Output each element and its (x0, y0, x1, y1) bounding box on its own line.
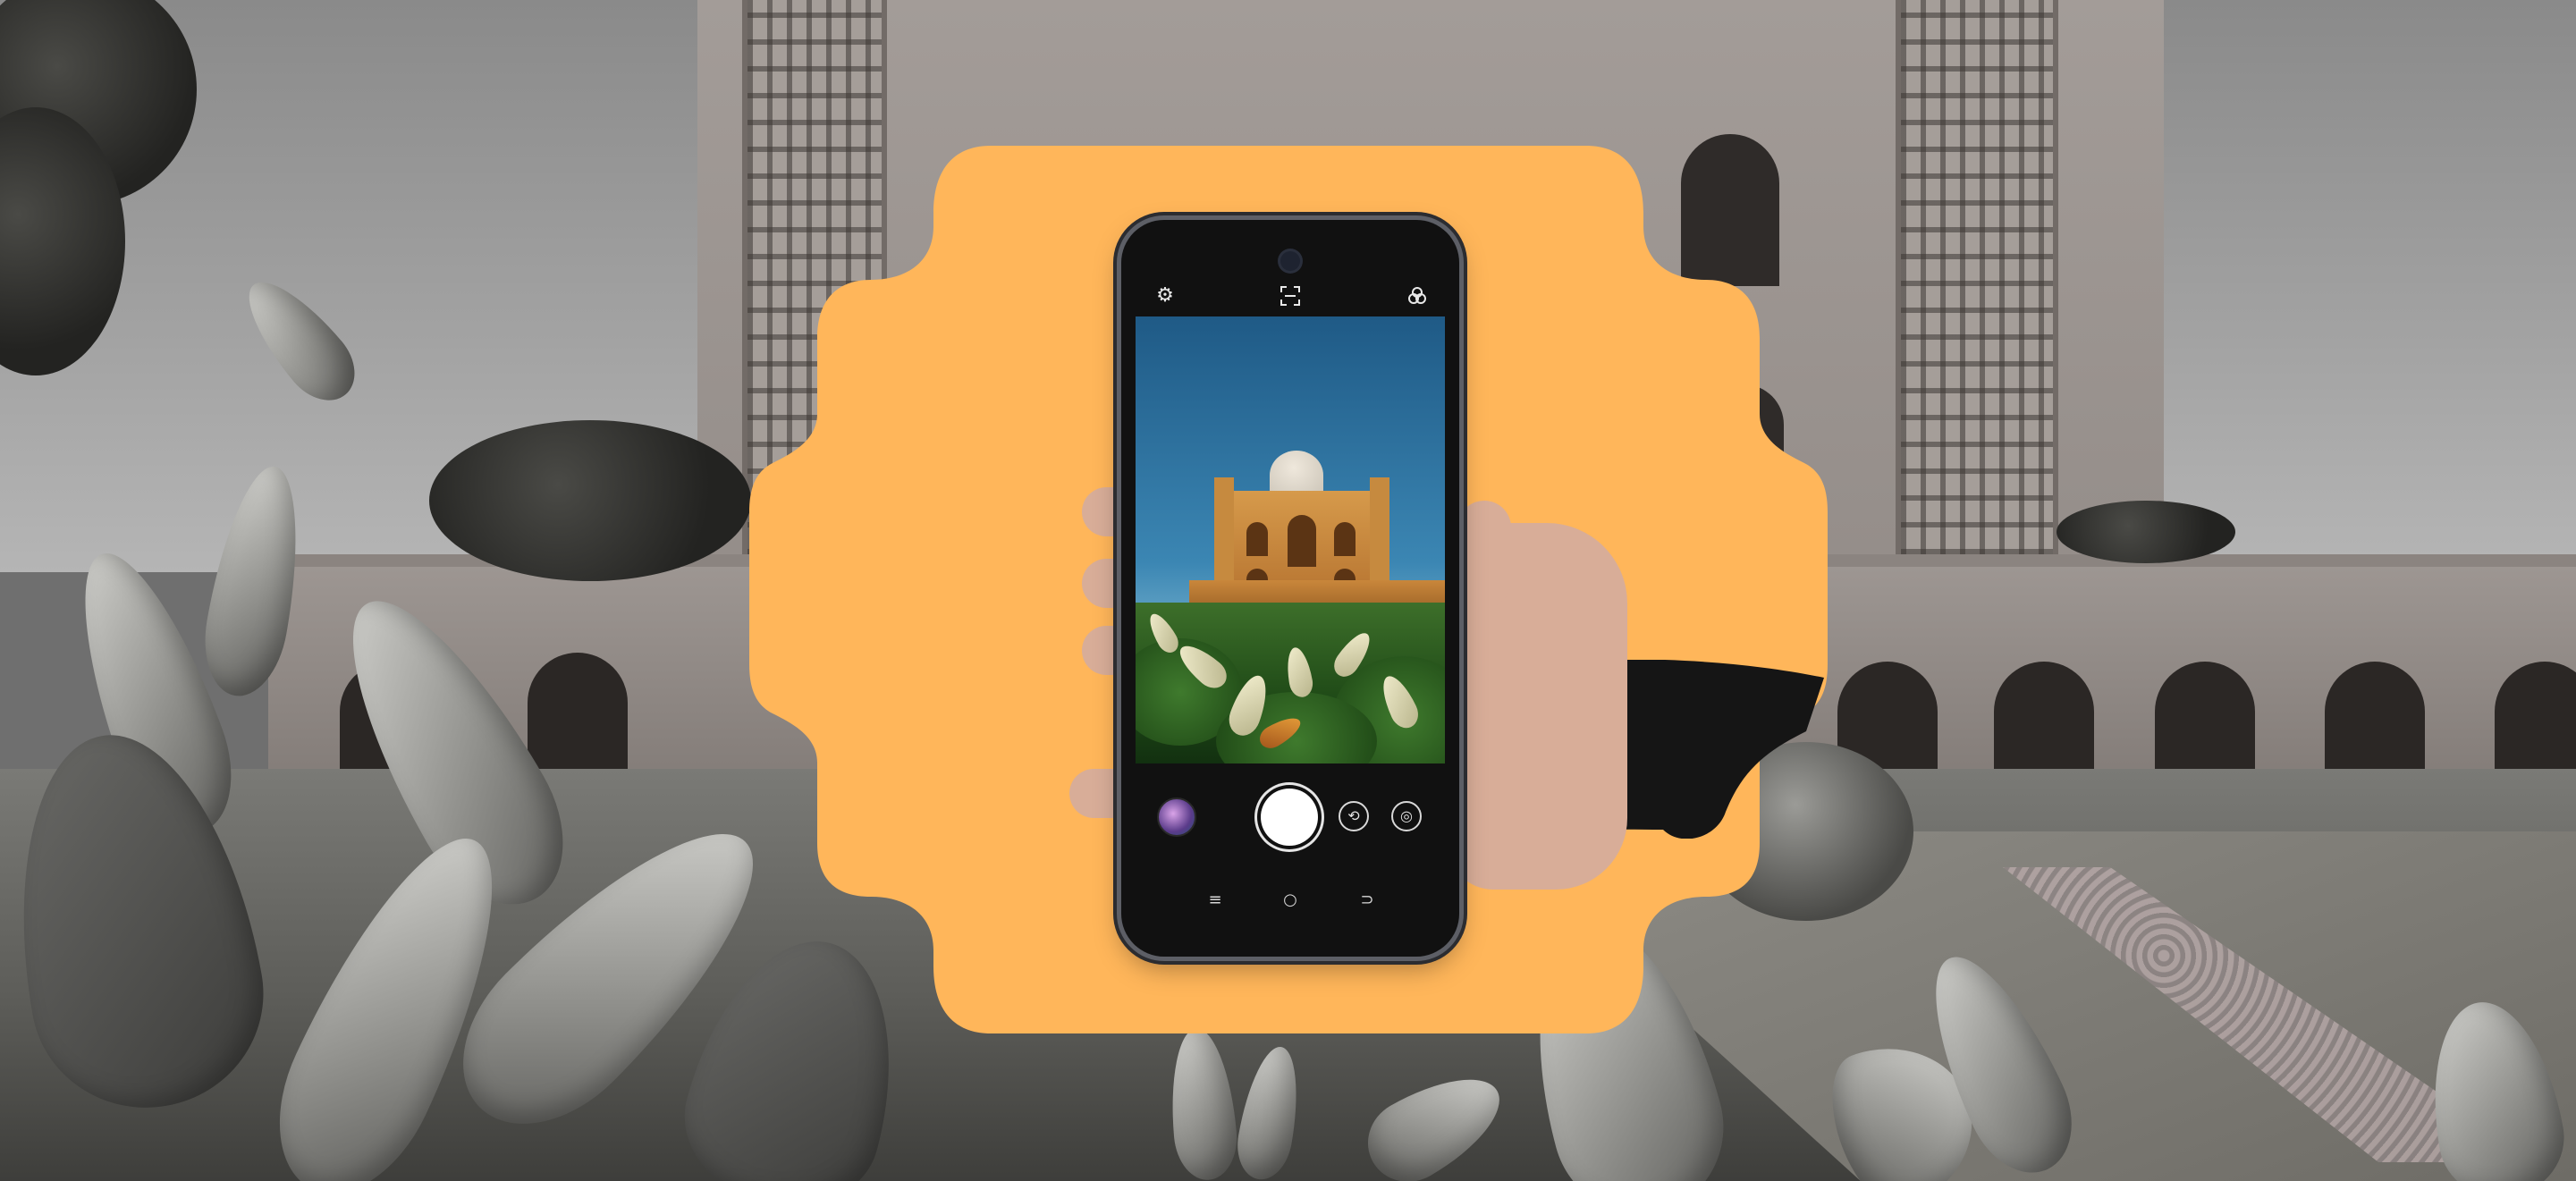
recent-apps-icon[interactable]: ≡ (1202, 887, 1229, 914)
front-camera (1280, 251, 1300, 271)
camera-top-bar: ⚙ (1121, 274, 1459, 318)
scan-icon-glyph (1280, 286, 1300, 306)
viewfinder-arch (1334, 522, 1356, 556)
switch-mode-icon[interactable]: ⟲ (1339, 801, 1369, 831)
filters-icon-glyph (1408, 287, 1426, 304)
camera-controls: ⟲ ◎ (1121, 774, 1459, 855)
gallery-thumbnail[interactable] (1157, 797, 1196, 837)
viewfinder-minaret (1370, 477, 1389, 594)
filters-icon[interactable] (1406, 284, 1429, 308)
background-tree (2057, 501, 2235, 563)
back-icon[interactable]: ⊃ (1354, 887, 1381, 914)
system-nav-bar: ≡ ○ ⊃ (1121, 882, 1459, 917)
background-minaret-right (1896, 0, 2058, 554)
smartphone: ⚙ ⟲ ◎ ≡ ○ ⊃ (1121, 220, 1459, 957)
viewfinder-arch (1288, 515, 1316, 567)
viewfinder-minaret (1214, 477, 1234, 594)
viewfinder-arch (1246, 522, 1268, 556)
holding-hand-thumb (1457, 501, 1511, 608)
background-tree (429, 420, 751, 581)
lens-icon[interactable]: ◎ (1391, 801, 1422, 831)
settings-icon[interactable]: ⚙ (1153, 284, 1177, 308)
wall-arch (528, 653, 628, 787)
camera-viewfinder[interactable] (1136, 316, 1445, 763)
home-icon[interactable]: ○ (1277, 887, 1304, 914)
scan-icon[interactable] (1279, 284, 1302, 308)
shutter-button[interactable] (1261, 789, 1318, 846)
